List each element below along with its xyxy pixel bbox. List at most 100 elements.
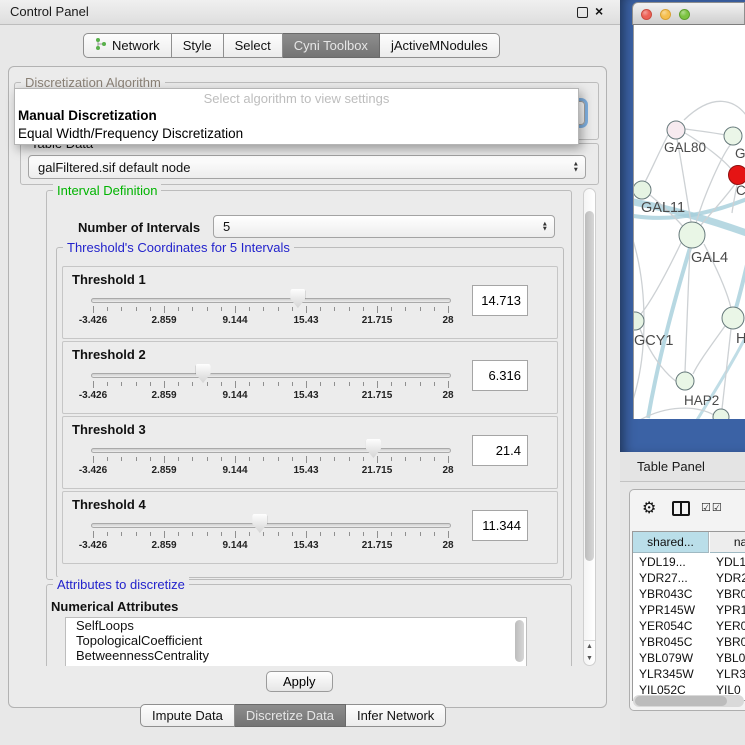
tab-cyni-toolbox[interactable]: Cyni Toolbox xyxy=(283,33,380,58)
close-icon[interactable]: × xyxy=(595,3,603,19)
table-header-shared-[interactable]: shared... xyxy=(633,532,709,553)
minor-tick xyxy=(121,307,122,311)
table-cell[interactable]: YBR0 xyxy=(716,586,745,602)
network-window-titlebar[interactable] xyxy=(632,2,745,25)
gal80-node[interactable] xyxy=(667,121,685,139)
major-tick xyxy=(235,306,236,313)
minor-tick xyxy=(434,532,435,536)
dropdown-item-equal-width-frequency-discretization[interactable]: Equal Width/Frequency Discretization xyxy=(15,125,578,143)
tab-infer-network[interactable]: Infer Network xyxy=(346,704,446,727)
minor-tick xyxy=(221,382,222,386)
ga-node-label: GA xyxy=(735,146,745,161)
network-edge[interactable] xyxy=(736,247,745,308)
table-cell[interactable]: YDL1 xyxy=(716,554,745,570)
table-cell[interactable]: YPR1 xyxy=(716,602,745,618)
minor-tick xyxy=(207,532,208,536)
tab-jactivemnodules[interactable]: jActiveMNodules xyxy=(380,33,500,58)
table-cell[interactable]: YBR0 xyxy=(716,634,745,650)
minor-tick xyxy=(178,532,179,536)
settings-gear-icon[interactable]: ⚙ xyxy=(642,498,656,517)
table-cell[interactable]: YBR043C xyxy=(639,586,709,602)
gal11-node[interactable] xyxy=(634,181,651,199)
red-node[interactable] xyxy=(729,166,745,185)
minor-tick xyxy=(263,382,264,386)
attributes-group: Attributes to discretize Numerical Attri… xyxy=(46,584,572,666)
table-cell[interactable]: YDR27... xyxy=(639,570,709,586)
close-traffic-light[interactable] xyxy=(641,9,652,20)
slider-thumb[interactable] xyxy=(290,289,305,308)
tab-select[interactable]: Select xyxy=(224,33,283,58)
slider-track[interactable] xyxy=(91,523,451,528)
table-hscrollbar-thumb[interactable] xyxy=(635,696,727,706)
table-cell[interactable]: YER054C xyxy=(639,618,709,634)
edge-node[interactable] xyxy=(713,409,729,419)
slider-track[interactable] xyxy=(91,448,451,453)
gcy1-node[interactable] xyxy=(634,312,644,330)
minor-tick xyxy=(107,382,108,386)
minimize-traffic-light[interactable] xyxy=(660,9,671,20)
tab-network[interactable]: Network xyxy=(83,33,172,58)
gal4-node[interactable] xyxy=(679,222,705,248)
node-table[interactable]: shared...naYDL19... YDL1 YDR27... YDR2 YBR04… xyxy=(632,531,745,701)
table-data-combobox[interactable]: galFiltered.sif default node ▲▼ xyxy=(28,155,586,179)
ga-node[interactable] xyxy=(724,127,742,145)
scroll-up-icon[interactable]: ▲ xyxy=(584,640,595,653)
slider-track[interactable] xyxy=(91,373,451,378)
threshold-value-field[interactable] xyxy=(472,360,528,391)
tick-label: 2.859 xyxy=(151,315,176,326)
threshold-label: Threshold 2 xyxy=(72,347,146,362)
list-scrollbar-thumb[interactable] xyxy=(515,620,524,662)
table-cell[interactable]: YDR2 xyxy=(716,570,745,586)
table-cell[interactable]: YLR3 xyxy=(716,666,745,682)
threshold-value-field[interactable] xyxy=(472,285,528,316)
number-of-intervals-combobox[interactable]: 5 ▲▼ xyxy=(213,215,555,238)
minor-tick xyxy=(278,457,279,461)
settings-scrollbar[interactable]: ▲ ▼ xyxy=(583,188,596,666)
network-edge[interactable] xyxy=(684,101,745,121)
cyni-bottom-tabs: Impute DataDiscretize DataInfer Network xyxy=(140,704,446,727)
hap2-node[interactable] xyxy=(676,372,694,390)
network-edge[interactable] xyxy=(685,129,725,135)
scroll-down-icon[interactable]: ▼ xyxy=(584,653,595,665)
float-window-icon[interactable] xyxy=(577,7,588,18)
threshold-value-field[interactable] xyxy=(472,510,528,541)
tab-impute-data[interactable]: Impute Data xyxy=(140,704,235,727)
table-cell[interactable]: YBL079W xyxy=(639,650,709,666)
tab-style[interactable]: Style xyxy=(172,33,224,58)
network-edge[interactable] xyxy=(722,329,731,409)
table-cell[interactable]: YBR045C xyxy=(639,634,709,650)
minor-tick xyxy=(363,307,364,311)
slider-thumb[interactable] xyxy=(196,364,211,383)
table-cell[interactable]: YPR145W xyxy=(639,602,709,618)
settings-scrollbar-thumb[interactable] xyxy=(585,211,594,561)
dropdown-item-manual-discretization[interactable]: Manual Discretization xyxy=(15,107,578,125)
table-hscrollbar[interactable] xyxy=(633,695,744,707)
column-split-icon[interactable] xyxy=(672,501,690,516)
minor-tick xyxy=(405,382,406,386)
table-cell[interactable]: YDL19... xyxy=(639,554,709,570)
numerical-attributes-label: Numerical Attributes xyxy=(51,599,178,614)
list-item-selfloops[interactable]: SelfLoops xyxy=(66,618,526,633)
table-header-na[interactable]: na xyxy=(710,532,745,553)
table-cell[interactable]: YBL0 xyxy=(716,650,745,666)
network-edge[interactable] xyxy=(693,326,725,374)
tab-label: Select xyxy=(235,38,271,53)
table-cell[interactable]: YLR345W xyxy=(639,666,709,682)
table-cell[interactable]: YER0 xyxy=(716,618,745,634)
minor-tick xyxy=(334,307,335,311)
slider-thumb[interactable] xyxy=(366,439,381,458)
numerical-attributes-list[interactable]: SelfLoopsTopologicalCoefficientBetweenne… xyxy=(65,617,527,666)
slider-track[interactable] xyxy=(91,298,451,303)
list-item-topologicalcoefficient[interactable]: TopologicalCoefficient xyxy=(66,633,526,648)
network-canvas[interactable]: GAL80GACGAL11GAL4GCY1HHAP2 xyxy=(633,25,745,419)
checkbox-icons[interactable]: ☑☑ xyxy=(701,501,723,514)
minor-tick xyxy=(420,532,421,536)
h-node[interactable] xyxy=(722,307,744,329)
zoom-traffic-light[interactable] xyxy=(679,9,690,20)
slider-thumb[interactable] xyxy=(252,514,267,533)
apply-button[interactable]: Apply xyxy=(266,671,333,692)
threshold-value-field[interactable] xyxy=(472,435,528,466)
tab-discretize-data[interactable]: Discretize Data xyxy=(235,704,346,727)
minor-tick xyxy=(334,457,335,461)
list-item-betweennesscentrality[interactable]: BetweennessCentrality xyxy=(66,648,526,663)
